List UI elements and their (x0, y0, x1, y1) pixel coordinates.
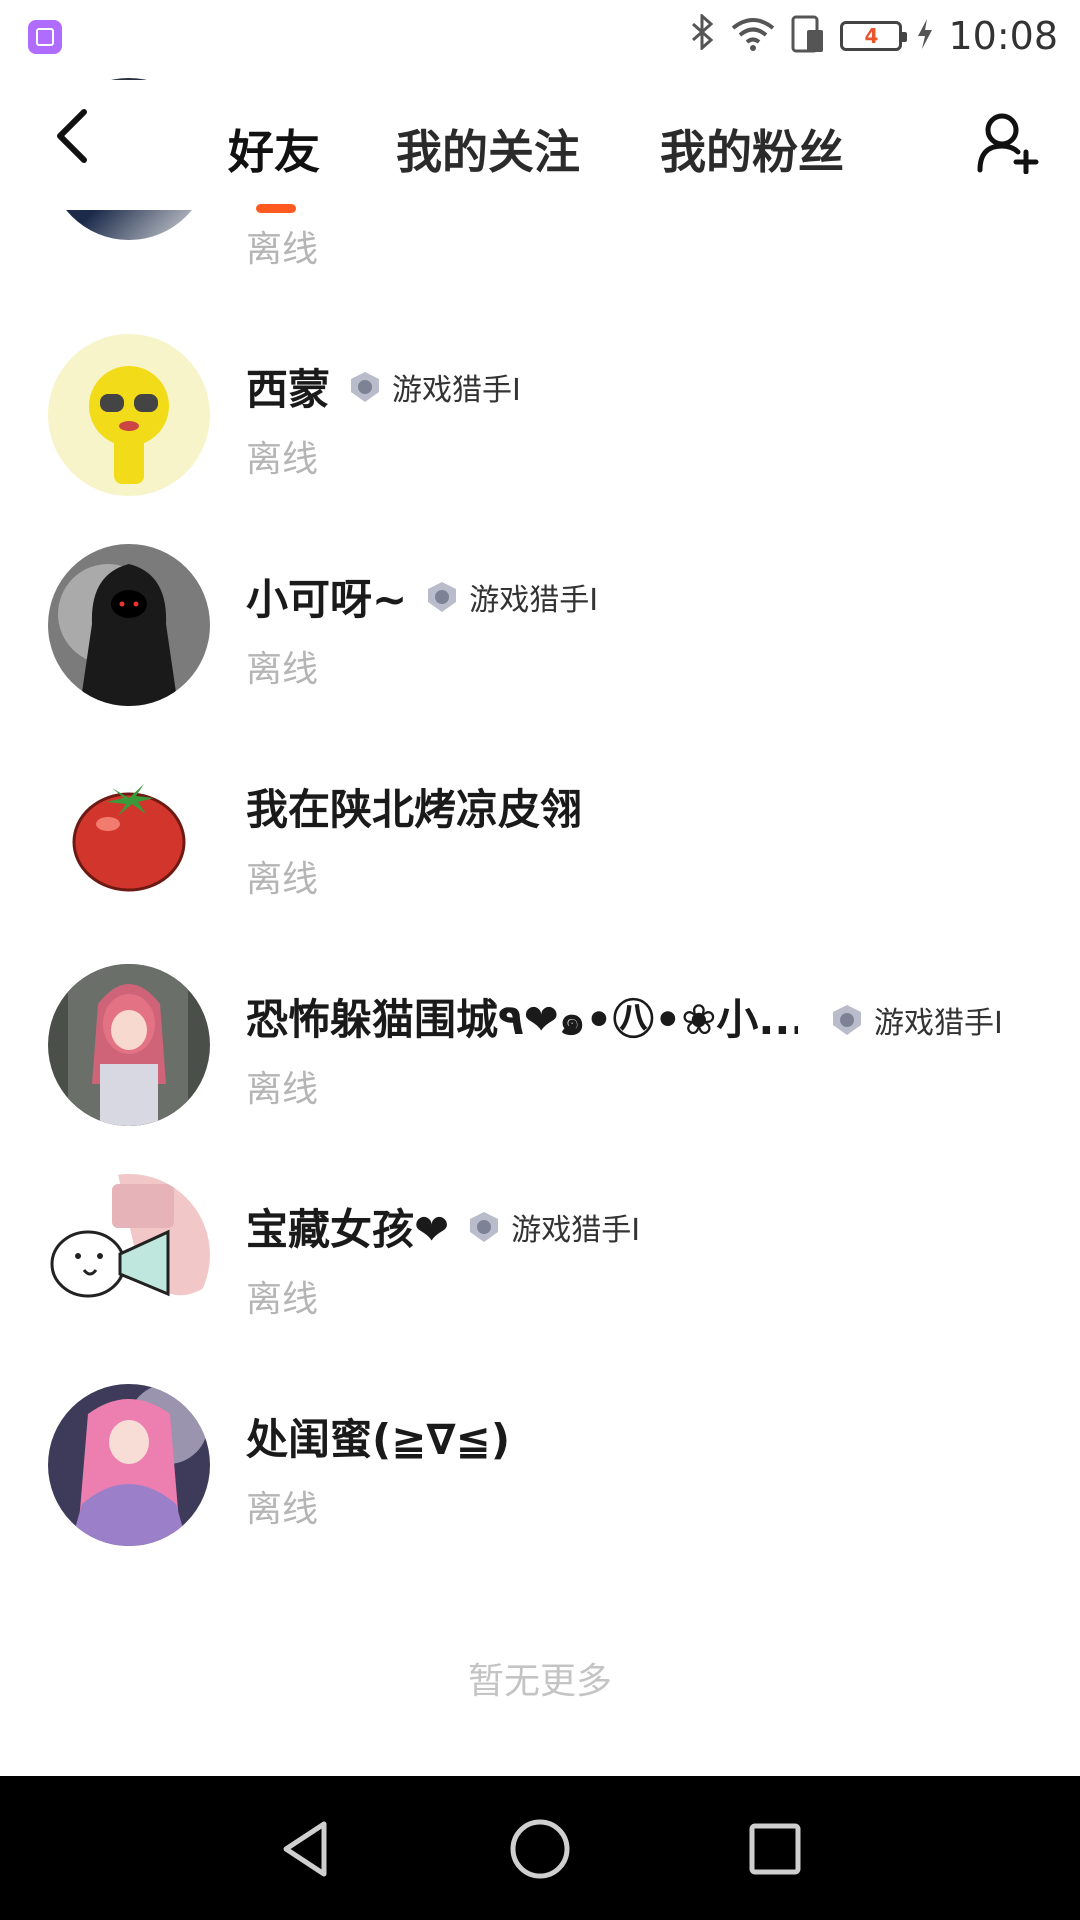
gallery-app-icon (28, 20, 62, 54)
game-hunter-badge: 游戏猎手I (467, 1205, 640, 1249)
shield-badge-icon (470, 1211, 499, 1242)
no-more-label: 暂无更多 (467, 1661, 612, 1702)
sim-icon (790, 14, 826, 58)
battery-icon: 4 (840, 21, 908, 51)
avatar[interactable] (48, 964, 210, 1126)
friend-name: 小可呀~ (246, 575, 408, 624)
shield-badge-icon (833, 1004, 861, 1035)
game-hunter-badge: 游戏猎手I (830, 998, 1003, 1042)
tab-following[interactable]: 我的关注 (396, 116, 580, 182)
tab-friends[interactable]: 好友 (228, 116, 320, 182)
friend-name: 我在陕北烤凉皮翎 (246, 785, 583, 834)
online-status: 离线 (246, 649, 319, 690)
badge-label: 游戏猎手I (392, 372, 521, 408)
top-header: 好友 我的关注 我的粉丝 (0, 80, 1080, 213)
avatar[interactable] (48, 1384, 210, 1546)
online-status: 离线 (246, 1069, 319, 1110)
list-item[interactable]: 我在陕北烤凉皮翎 离线 (0, 754, 1080, 964)
list-item[interactable]: 处闺蜜(≧∇≦) 离线 (0, 1384, 1080, 1594)
status-time: 10:08 (948, 14, 1058, 58)
online-status: 离线 (246, 859, 319, 900)
wifi-icon (730, 16, 776, 56)
active-tab-indicator (256, 204, 296, 213)
friend-name: 宝藏女孩❤ (246, 1205, 450, 1254)
chevron-left-icon (57, 109, 87, 163)
home-circle-icon (510, 1819, 570, 1879)
badge-label: 游戏猎手I (874, 1005, 1003, 1041)
bluetooth-icon (690, 12, 716, 58)
avatar[interactable] (48, 334, 210, 496)
badge-label: 游戏猎手I (511, 1212, 641, 1248)
nav-recent-button[interactable] (740, 1814, 810, 1884)
friend-name: 处闺蜜(≧∇≦) (246, 1415, 511, 1464)
add-friend-button[interactable] (976, 110, 1040, 175)
friend-name: 西蒙 (246, 365, 331, 414)
back-button[interactable] (42, 106, 102, 166)
list-item[interactable]: 宝藏女孩❤ 游戏猎手I 离线 (0, 1174, 1080, 1384)
badge-label: 游戏猎手I (469, 582, 599, 618)
tab-fans[interactable]: 我的粉丝 (660, 116, 844, 182)
game-hunter-badge: 游戏猎手I (348, 365, 521, 409)
friend-name: 恐怖躲猫围城٩❤๑•㊇•❀小... (246, 995, 798, 1044)
list-item[interactable]: 西蒙 游戏猎手I 离线 (0, 334, 1080, 544)
system-nav-bar (0, 1776, 1080, 1920)
online-status: 离线 (246, 229, 319, 270)
nav-back-button[interactable] (272, 1814, 342, 1884)
game-hunter-badge: 游戏猎手I (425, 575, 598, 619)
avatar[interactable] (48, 544, 210, 706)
avatar[interactable] (48, 754, 210, 916)
avatar[interactable] (48, 1174, 210, 1336)
online-status: 离线 (246, 439, 319, 480)
back-triangle-icon (283, 1821, 327, 1877)
shield-badge-icon (351, 371, 380, 402)
recent-square-icon (749, 1823, 801, 1875)
status-bar: 4 10:08 (0, 0, 1080, 72)
nav-home-button[interactable] (505, 1814, 575, 1884)
list-item[interactable]: 恐怖躲猫围城٩❤๑•㊇•❀小... 游戏猎手I 离线 (0, 964, 1080, 1174)
battery-level: 4 (864, 24, 879, 48)
shield-badge-icon (428, 581, 457, 612)
charging-icon (916, 18, 934, 54)
online-status: 离线 (246, 1489, 319, 1530)
list-item[interactable]: 小可呀~ 游戏猎手I 离线 (0, 544, 1080, 754)
online-status: 离线 (246, 1279, 319, 1320)
add-user-icon (977, 113, 1039, 175)
